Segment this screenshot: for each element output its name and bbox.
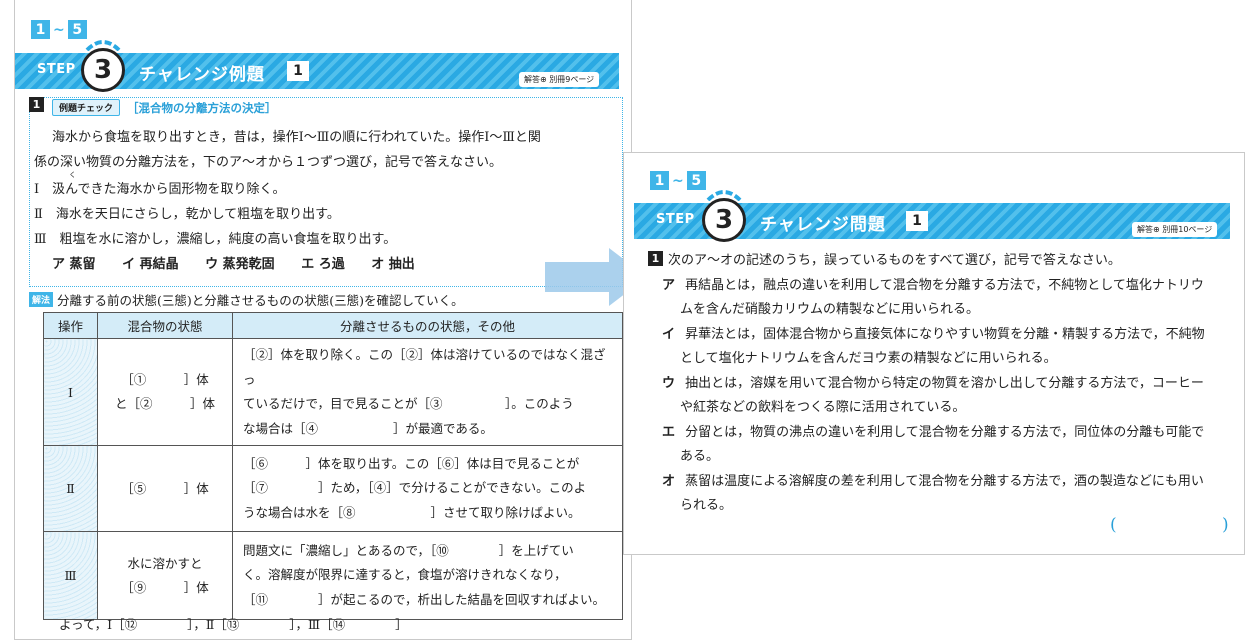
description-line: 問題文に「濃縮し」とあるので，［⑩ ］を上げてい <box>243 542 574 558</box>
option-e-line: エ 分留とは，物質の沸点の違いを利用して混合物を分離する方法で，同位体の分離も可… <box>662 421 1204 440</box>
description-line: ているだけで，目で見ることが［③ ］。このよう <box>243 396 574 411</box>
step-number-circle: 3 <box>81 48 125 92</box>
table-row: Ⅰ ［① ］体 と［② ］体 ［②］体を取り除く。この［②］体は溶けているのでは… <box>43 338 623 446</box>
table-header-separated-state: 分離させるものの状態，その他 <box>232 312 623 339</box>
description-line: ［⑪ ］が起こるので，析出した結晶を回収すればよい。 <box>243 591 606 607</box>
option-e-text: 分留とは，物質の沸点の違いを利用して混合物を分離する方法で，同位体の分離も可能で <box>685 425 1205 440</box>
description-line: な場合は［④ ］が最適である。 <box>243 420 493 436</box>
operation-1: Ⅰ 汲んできた海水から固形物を取り除く。 <box>34 182 286 197</box>
option-u-line: ウ 抽出とは，溶媒を用いて混合物から特定の物質を溶かし出して分離する方法で，コー… <box>662 372 1204 391</box>
solution-text: 分離する前の状態(三態)と分離させるものの状態(三態)を確認していく。 <box>57 293 464 308</box>
step-number-circle: 3 <box>702 198 746 242</box>
option-o-text: 蒸留は温度による溶解度の差を利用して混合物を分離する方法で，酒の製造などにも用い <box>685 474 1204 489</box>
operation-cell: Ⅰ <box>43 338 98 446</box>
range-from: 1 <box>650 171 669 190</box>
question-text: 次のア～オの記述のうち，誤っているものをすべて選び，記号で答えなさい。 <box>668 253 1121 268</box>
operation-cell: Ⅲ <box>43 531 98 620</box>
option-u-text: 抽出とは，溶媒を用いて混合物から特定の物質を溶かし出して分離する方法で，コーヒー <box>685 376 1204 391</box>
problem-text-line: 海水から食塩を取り出すとき，昔は，操作Ⅰ～Ⅲの順に行われていた。操作Ⅰ～Ⅲと関 <box>52 130 541 145</box>
state-cell: ［① ］体 と［② ］体 <box>97 338 233 446</box>
banner-title: チャレンジ問題 <box>760 215 886 235</box>
table-row: Ⅲ 水に溶かすと ［⑨ ］体 問題文に「濃縮し」とあるので，［⑩ ］を上げてい … <box>43 531 623 620</box>
banner-number: 1 <box>906 211 928 231</box>
solution-tag: 解法 <box>29 292 54 307</box>
left-page: 1 ~ 5 STEP チャレンジ例題 1 解答⊕ 別冊9ページ 3 1 例題チェ… <box>14 0 632 640</box>
option-e-mark: エ <box>662 425 676 440</box>
description-line: うな場合は水を［⑧ ］させて取り除けばよい。 <box>243 504 581 520</box>
option-i-mark: イ <box>662 327 676 342</box>
option-o-text-cont: られる。 <box>680 498 733 513</box>
range-to: 5 <box>686 171 706 190</box>
choice-i: イ 再結晶 <box>122 257 179 272</box>
state-cell: 水に溶かすと ［⑨ ］体 <box>97 531 233 620</box>
option-e-text-cont: ある。 <box>680 449 720 464</box>
step-label: STEP <box>656 212 695 227</box>
option-u-mark: ウ <box>662 376 676 391</box>
description-line: ［⑦ ］ため，［④］で分けることができない。このよ <box>243 480 587 496</box>
choice-o: オ 抽出 <box>371 257 415 272</box>
problem-topic: ［混合物の分離方法の決定］ <box>127 101 277 115</box>
problem-text-line: 係の深い物質の分離方法を，下のア～オから１つずつ選び，記号で答えなさい。 <box>34 155 503 170</box>
range-badge: 1 ~ 5 <box>31 20 87 39</box>
range-sep: ~ <box>53 21 65 38</box>
answer-bracket-open: ( <box>1110 515 1117 535</box>
choice-a: ア 蒸留 <box>52 257 96 272</box>
option-o-line: オ 蒸留は温度による溶解度の差を利用して混合物を分離する方法で，酒の製造などにも… <box>662 470 1204 489</box>
state-line: と［② ］体 <box>114 396 215 411</box>
table-header-mixture-state: 混合物の状態 <box>97 312 233 339</box>
right-page: 1 ~ 5 STEP チャレンジ問題 1 解答⊕ 別冊10ページ 3 1 次のア… <box>623 152 1245 555</box>
option-u-text-cont: や紅茶などの飲料をつくる際に活用されている。 <box>680 400 966 415</box>
description-line: く。溶解度が限界に達すると，食塩が溶けきれなくなり， <box>243 567 567 583</box>
state-line: ［⑤ ］体 <box>121 480 209 496</box>
option-a-text: 再結晶とは，融点の違いを利用して混合物を分離する方法で，不純物として塩化ナトリウ <box>685 278 1204 293</box>
option-a-text-cont: ムを含んだ硝酸カリウムの精製などに用いられる。 <box>680 302 980 317</box>
question-number: 1 <box>648 251 663 266</box>
option-i-text: 昇華法とは，固体混合物から直接気体になりやすい物質を分離・精製する方法で，不純物 <box>685 327 1205 342</box>
choice-u: ウ 蒸発乾固 <box>205 257 275 272</box>
state-cell: ［⑤ ］体 <box>97 445 233 532</box>
description-cell: ［②］体を取り除く。この［②］体は溶けているのではなく混ざっ ているだけで，目で… <box>232 338 623 446</box>
conclusion-line: よって，Ⅰ［⑫ ］，Ⅱ［⑬ ］，Ⅲ［⑭ ］ <box>59 617 408 632</box>
operation-3: Ⅲ 粗塩を水に溶かし，濃縮し，純度の高い食塩を取り出す。 <box>34 232 397 247</box>
table-header-operation: 操作 <box>43 312 98 339</box>
answer-reference: 解答⊕ 別冊9ページ <box>519 72 600 87</box>
range-from: 1 <box>31 20 50 39</box>
separation-table: 操作 混合物の状態 分離させるものの状態，その他 Ⅰ ［① ］体 と［② ］体 … <box>43 312 623 620</box>
problem-box: 1 例題チェック ［混合物の分離方法の決定］ 海水から食塩を取り出すとき，昔は，… <box>29 97 623 287</box>
description-cell: ［⑥ ］体を取り出す。この［⑥］体は目で見ることが ［⑦ ］ため，［④］で分ける… <box>232 445 623 532</box>
operation-cell: Ⅱ <box>43 445 98 532</box>
range-sep: ~ <box>672 172 684 189</box>
option-o-mark: オ <box>662 474 676 489</box>
answer-reference: 解答⊕ 別冊10ページ <box>1132 222 1218 237</box>
description-line: ［⑥ ］体を取り出す。この［⑥］体は目で見ることが <box>243 455 580 471</box>
choices-row: ア 蒸留 イ 再結晶 ウ 蒸発乾固 エ ろ過 オ 抽出 <box>52 253 415 272</box>
answer-bracket-close: ) <box>1222 515 1229 535</box>
choice-e: エ ろ過 <box>301 257 345 272</box>
option-a-line: ア 再結晶とは，融点の違いを利用して混合物を分離する方法で，不純物として塩化ナト… <box>662 274 1204 293</box>
example-check-tag: 例題チェック <box>52 99 121 116</box>
table-row: Ⅱ ［⑤ ］体 ［⑥ ］体を取り出す。この［⑥］体は目で見ることが ［⑦ ］ため… <box>43 445 623 532</box>
state-line: 水に溶かすと <box>127 555 203 571</box>
banner-number: 1 <box>287 61 309 81</box>
description-cell: 問題文に「濃縮し」とあるので，［⑩ ］を上げてい く。溶解度が限界に達すると，食… <box>232 531 623 620</box>
state-line: ［① ］体 <box>121 372 209 387</box>
range-badge: 1 ~ 5 <box>650 171 706 190</box>
description-line: ［②］体を取り除く。この［②］体は溶けているのではなく混ざっ <box>243 347 606 387</box>
option-a-mark: ア <box>662 278 676 293</box>
option-i-text-cont: として塩化ナトリウムを含んだヨウ素の精製などに用いられる。 <box>680 351 1057 366</box>
question-number: 1 <box>29 97 44 112</box>
option-i-line: イ 昇華法とは，固体混合物から直接気体になりやすい物質を分離・精製する方法で，不… <box>662 323 1205 342</box>
banner-title: チャレンジ例題 <box>139 65 265 85</box>
state-line: ［⑨ ］体 <box>121 579 209 595</box>
step-label: STEP <box>37 62 76 77</box>
operation-2: Ⅱ 海水を天日にさらし，乾かして粗塩を取り出す。 <box>34 207 340 222</box>
